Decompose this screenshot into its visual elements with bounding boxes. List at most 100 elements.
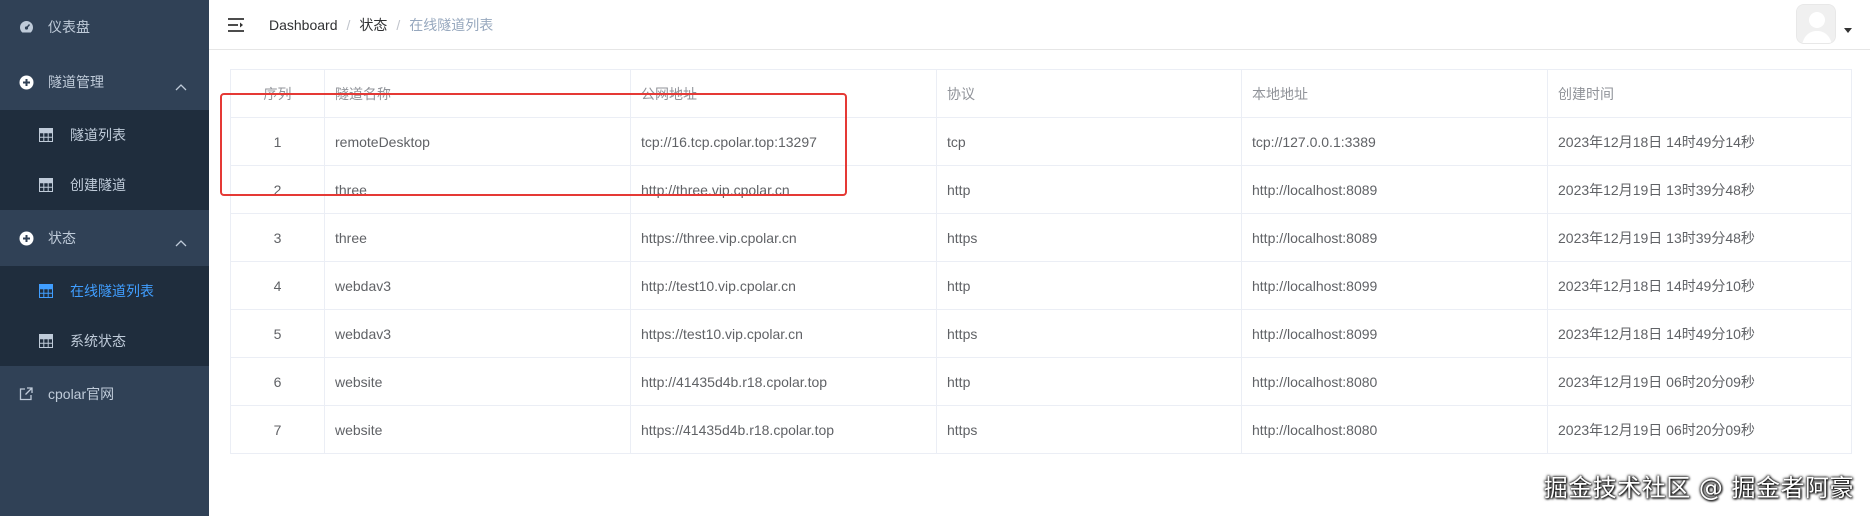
table-cell: https bbox=[936, 213, 1242, 262]
table-header-row: 序列 隧道名称 公网地址 协议 本地地址 创建时间 bbox=[230, 69, 1852, 118]
table-cell: http://localhost:8099 bbox=[1241, 261, 1548, 310]
table-cell: http://41435d4b.r18.cpolar.top bbox=[630, 357, 937, 406]
table-cell: 7 bbox=[230, 405, 325, 454]
table-cell: 3 bbox=[230, 213, 325, 262]
table-cell: http://localhost:8089 bbox=[1241, 165, 1548, 214]
table-cell: https bbox=[936, 405, 1242, 454]
table-row: 1 remoteDesktop tcp://16.tcp.cpolar.top:… bbox=[230, 117, 1852, 166]
table-cell: 2023年12月19日 06时20分09秒 bbox=[1547, 357, 1852, 406]
chevron-up-icon bbox=[175, 234, 187, 250]
avatar[interactable] bbox=[1796, 4, 1836, 44]
table-cell: 2023年12月19日 13时39分48秒 bbox=[1547, 165, 1852, 214]
table-row: 7 website https://41435d4b.r18.cpolar.to… bbox=[230, 405, 1852, 454]
grid-icon bbox=[38, 283, 54, 299]
sidebar-item-status[interactable]: 状态 bbox=[0, 210, 209, 266]
sidebar-item-label: 在线隧道列表 bbox=[70, 283, 154, 299]
user-menu[interactable] bbox=[1796, 4, 1852, 44]
sidebar-item-label: 仪表盘 bbox=[48, 19, 90, 35]
table-cell: http bbox=[936, 261, 1242, 310]
table-cell: tcp bbox=[936, 117, 1242, 166]
chevron-up-icon bbox=[175, 78, 187, 94]
sidebar-item-label: 系统状态 bbox=[70, 333, 126, 349]
status-icon bbox=[18, 230, 34, 246]
sidebar-item-label: 状态 bbox=[48, 230, 76, 246]
table-cell: 2023年12月19日 13时39分48秒 bbox=[1547, 213, 1852, 262]
table-cell: http://test10.vip.cpolar.cn bbox=[630, 261, 937, 310]
sidebar-item-tunnel-manage[interactable]: 隧道管理 bbox=[0, 54, 209, 110]
table-row: 3 three https://three.vip.cpolar.cn http… bbox=[230, 213, 1852, 262]
breadcrumb-separator: / bbox=[346, 16, 351, 33]
table-cell: http://three.vip.cpolar.cn bbox=[630, 165, 937, 214]
column-header: 序列 bbox=[230, 69, 325, 118]
sidebar-item-label: 创建隧道 bbox=[70, 177, 126, 193]
main-area: Dashboard / 状态 / 在线隧道列表 序列 隧道名称 公网地址 协议 … bbox=[209, 0, 1870, 516]
sidebar-item-label: 隧道管理 bbox=[48, 74, 104, 90]
table-cell: three bbox=[324, 213, 631, 262]
table-cell: http://localhost:8089 bbox=[1241, 213, 1548, 262]
column-header: 协议 bbox=[936, 69, 1242, 118]
sidebar-item-tunnel-list[interactable]: 隧道列表 bbox=[0, 110, 209, 160]
table-cell: tcp://127.0.0.1:3389 bbox=[1241, 117, 1548, 166]
external-link-icon bbox=[18, 386, 34, 402]
navbar: Dashboard / 状态 / 在线隧道列表 bbox=[209, 0, 1870, 50]
table-cell: three bbox=[324, 165, 631, 214]
table-cell: http://localhost:8080 bbox=[1241, 357, 1548, 406]
table-cell: 2023年12月19日 06时20分09秒 bbox=[1547, 405, 1852, 454]
tunnel-table: 序列 隧道名称 公网地址 协议 本地地址 创建时间 1 remoteDeskto… bbox=[230, 69, 1852, 454]
grid-icon bbox=[38, 177, 54, 193]
watermark: 掘金技术社区 @ 掘金者阿豪 bbox=[1543, 474, 1854, 502]
grid-icon bbox=[38, 127, 54, 143]
table-cell: https://41435d4b.r18.cpolar.top bbox=[630, 405, 937, 454]
breadcrumb-dashboard[interactable]: Dashboard bbox=[269, 17, 338, 33]
table-cell: webdav3 bbox=[324, 309, 631, 358]
table-cell: tcp://16.tcp.cpolar.top:13297 bbox=[630, 117, 937, 166]
breadcrumb-separator: / bbox=[396, 16, 401, 33]
table-cell: website bbox=[324, 405, 631, 454]
breadcrumb-online-tunnels: 在线隧道列表 bbox=[409, 16, 494, 33]
table-cell: 6 bbox=[230, 357, 325, 406]
table-cell: http bbox=[936, 357, 1242, 406]
table-cell: 2023年12月18日 14时49分14秒 bbox=[1547, 117, 1852, 166]
table-cell: 4 bbox=[230, 261, 325, 310]
table-cell: 2023年12月18日 14时49分10秒 bbox=[1547, 309, 1852, 358]
table-cell: 2 bbox=[230, 165, 325, 214]
sidebar-item-label: 隧道列表 bbox=[70, 127, 126, 143]
table-cell: https://test10.vip.cpolar.cn bbox=[630, 309, 937, 358]
caret-down-icon[interactable] bbox=[1844, 20, 1852, 36]
column-header: 创建时间 bbox=[1547, 69, 1852, 118]
table-row: 2 three http://three.vip.cpolar.cn http … bbox=[230, 165, 1852, 214]
dashboard-icon bbox=[18, 19, 34, 35]
submenu-status: 在线隧道列表 系统状态 bbox=[0, 266, 209, 366]
table-cell: remoteDesktop bbox=[324, 117, 631, 166]
column-header: 公网地址 bbox=[630, 69, 937, 118]
submenu-tunnel-manage: 隧道列表 创建隧道 bbox=[0, 110, 209, 210]
table-cell: website bbox=[324, 357, 631, 406]
table-cell: 5 bbox=[230, 309, 325, 358]
tunnel-manage-icon bbox=[18, 74, 34, 90]
content: 序列 隧道名称 公网地址 协议 本地地址 创建时间 1 remoteDeskto… bbox=[230, 69, 1852, 454]
table-cell: webdav3 bbox=[324, 261, 631, 310]
sidebar-item-label: cpolar官网 bbox=[48, 386, 115, 402]
sidebar-item-create-tunnel[interactable]: 创建隧道 bbox=[0, 160, 209, 210]
breadcrumb: Dashboard / 状态 / 在线隧道列表 bbox=[269, 15, 493, 35]
sidebar: 仪表盘 隧道管理 隧道列表 创建隧道 状态 在线隧道列表 系统状态 cpolar… bbox=[0, 0, 209, 516]
grid-icon bbox=[38, 333, 54, 349]
table-cell: 2023年12月18日 14时49分10秒 bbox=[1547, 261, 1852, 310]
table-row: 4 webdav3 http://test10.vip.cpolar.cn ht… bbox=[230, 261, 1852, 310]
table-cell: https bbox=[936, 309, 1242, 358]
table-cell: http://localhost:8080 bbox=[1241, 405, 1548, 454]
table-row: 6 website http://41435d4b.r18.cpolar.top… bbox=[230, 357, 1852, 406]
column-header: 本地地址 bbox=[1241, 69, 1548, 118]
sidebar-item-cpolar-site[interactable]: cpolar官网 bbox=[0, 366, 209, 422]
breadcrumb-status[interactable]: 状态 bbox=[359, 15, 387, 35]
table-row: 5 webdav3 https://test10.vip.cpolar.cn h… bbox=[230, 309, 1852, 358]
sidebar-item-dashboard[interactable]: 仪表盘 bbox=[0, 0, 209, 54]
table-cell: http bbox=[936, 165, 1242, 214]
hamburger-icon[interactable] bbox=[226, 15, 246, 35]
table-cell: https://three.vip.cpolar.cn bbox=[630, 213, 937, 262]
column-header: 隧道名称 bbox=[324, 69, 631, 118]
sidebar-item-online-tunnels[interactable]: 在线隧道列表 bbox=[0, 266, 209, 316]
table-cell: 1 bbox=[230, 117, 325, 166]
sidebar-item-system-status[interactable]: 系统状态 bbox=[0, 316, 209, 366]
table-cell: http://localhost:8099 bbox=[1241, 309, 1548, 358]
